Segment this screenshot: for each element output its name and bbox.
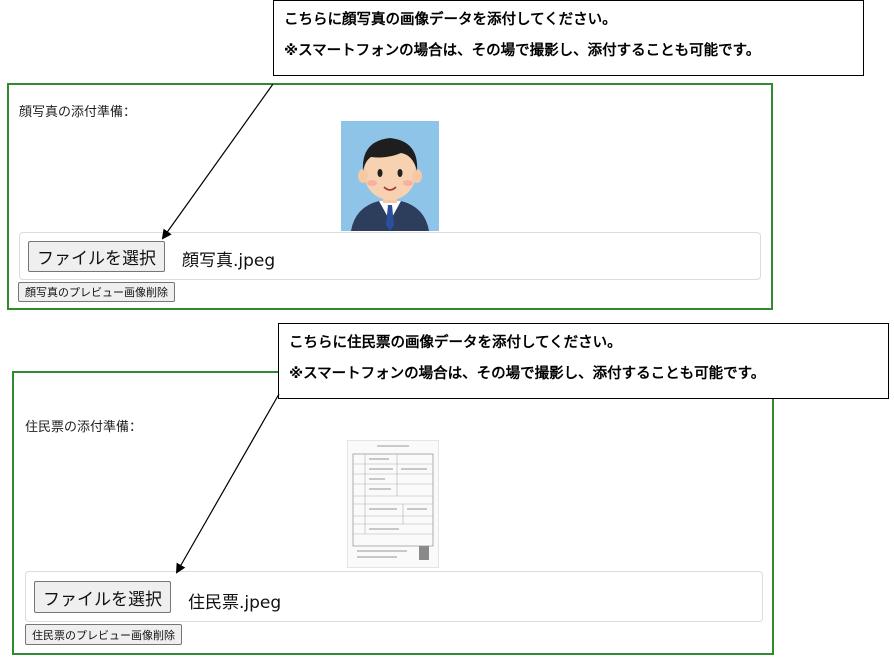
face-photo-arrow — [161, 83, 274, 240]
callout-arrows — [161, 83, 280, 574]
resident-record-arrow — [176, 393, 280, 574]
